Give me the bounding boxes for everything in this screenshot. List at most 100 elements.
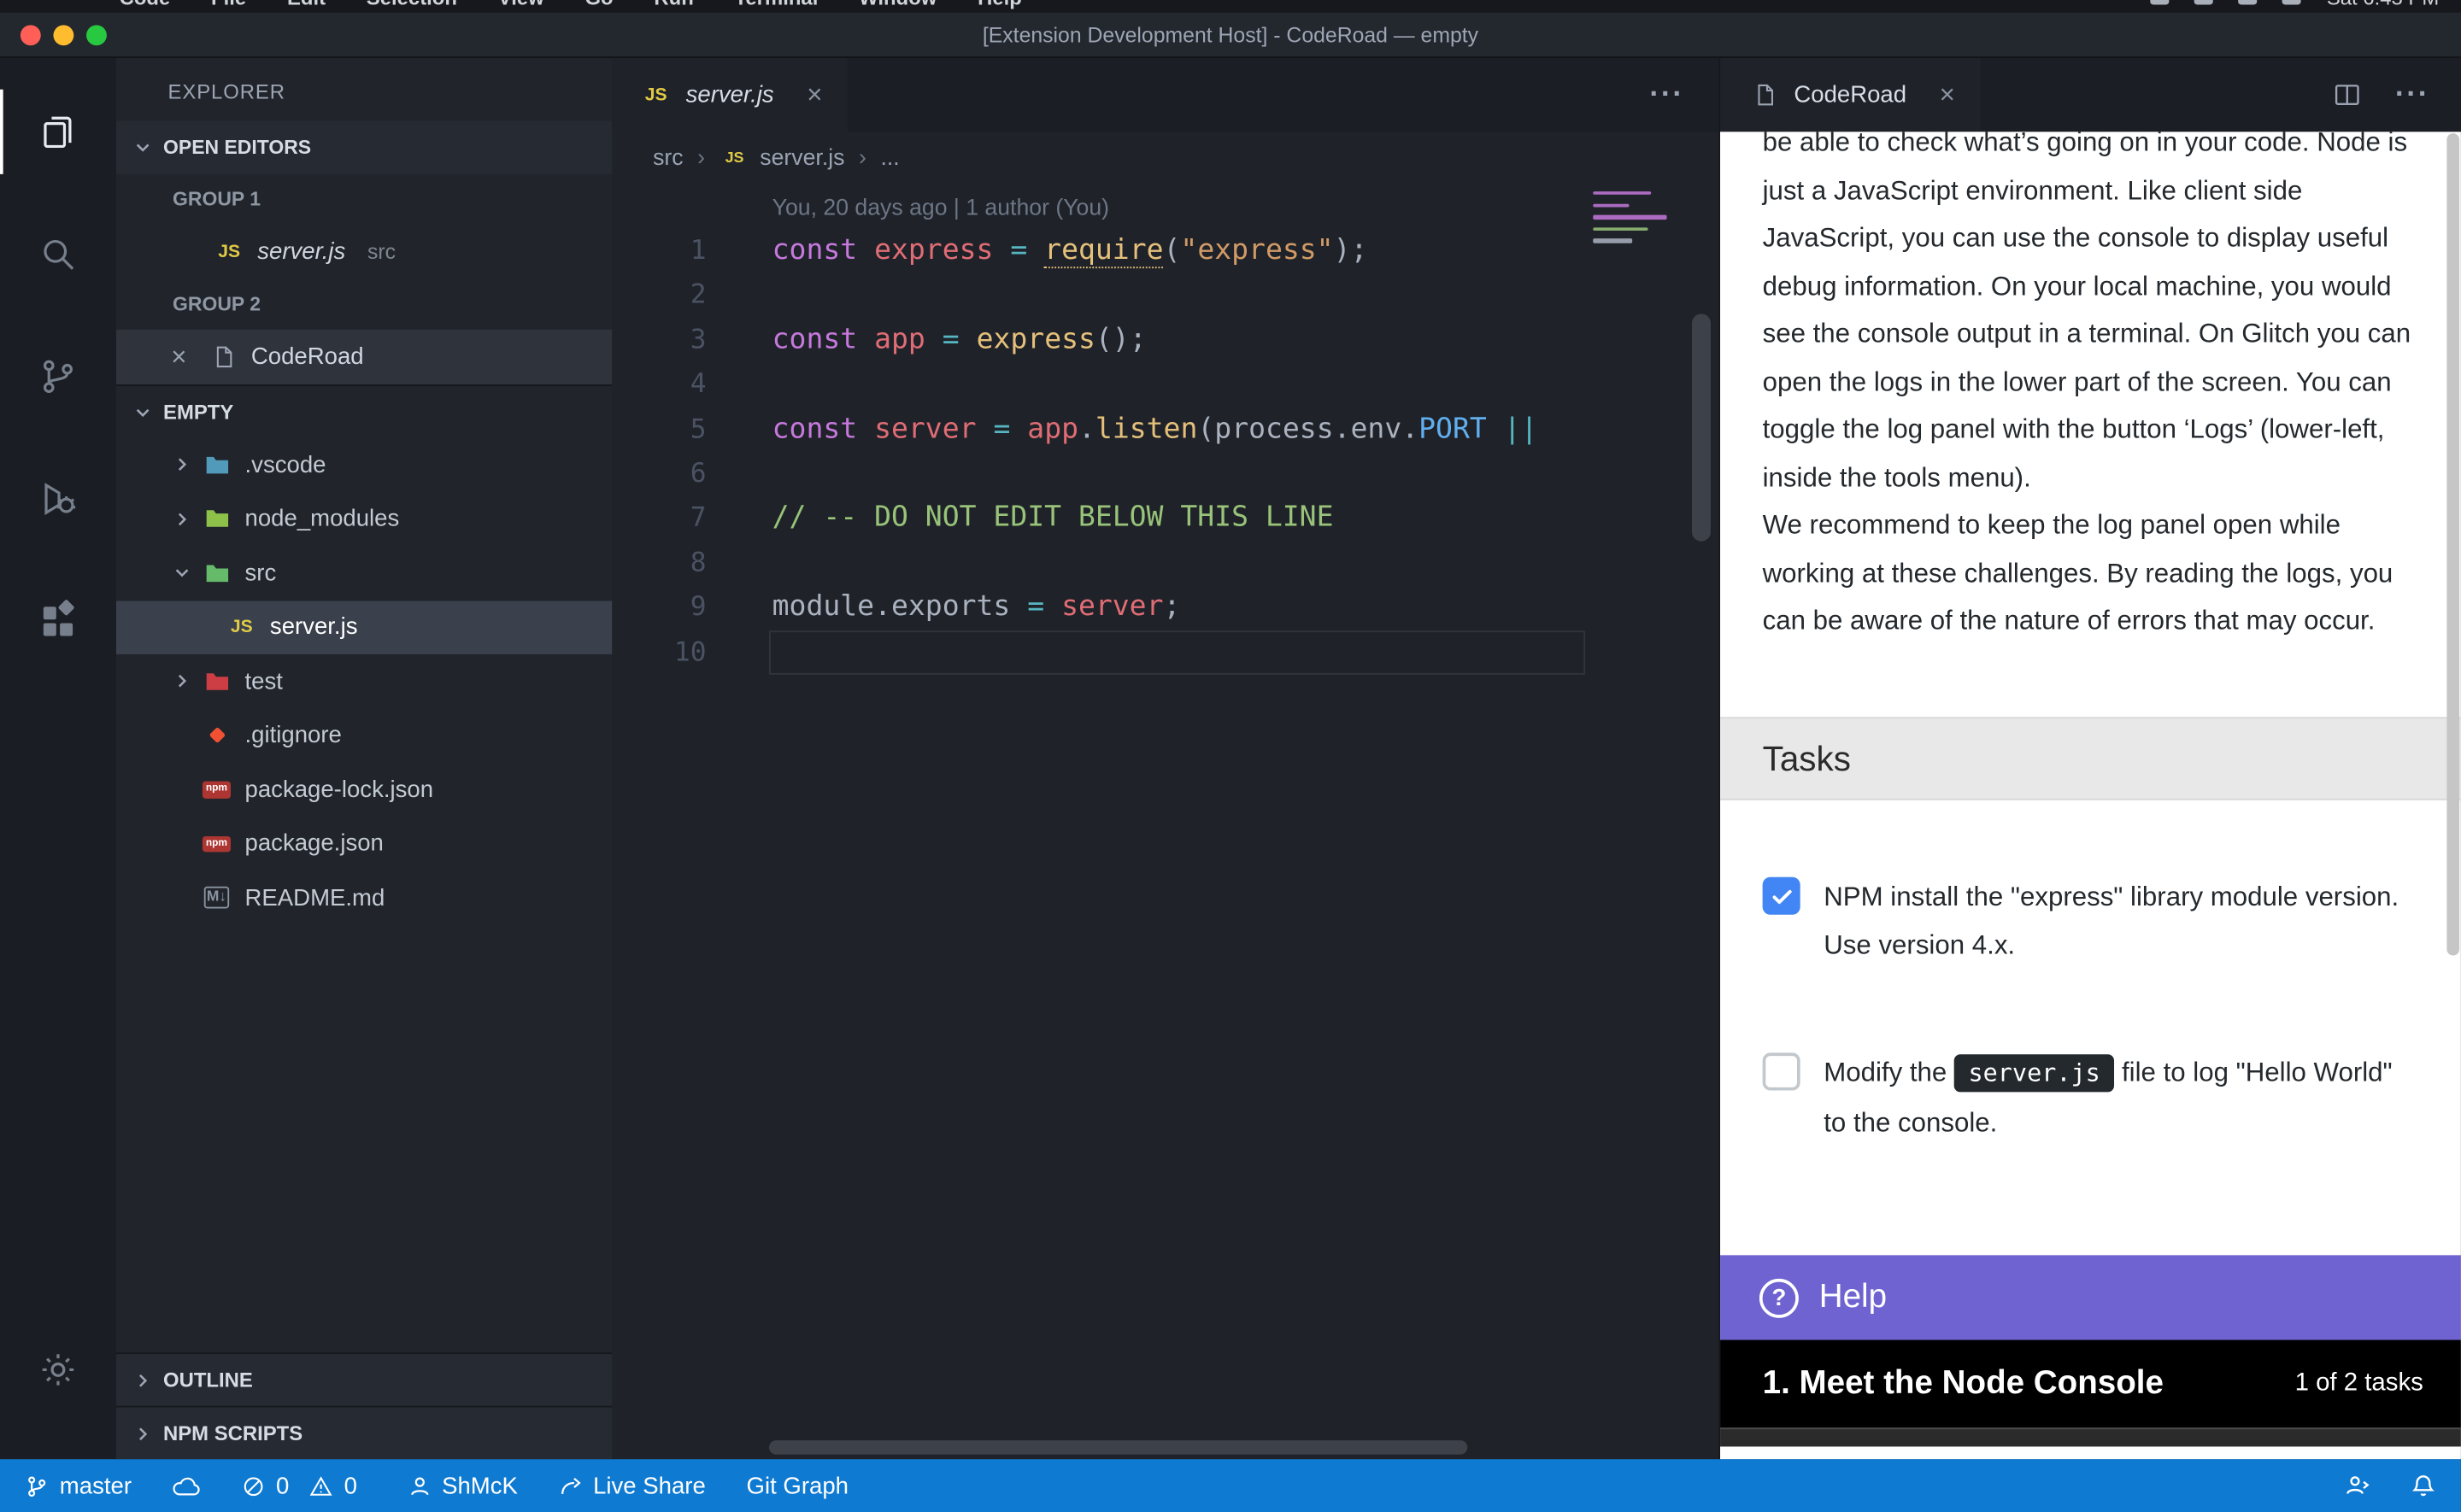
notifications-bell-icon[interactable] [2411, 1474, 2435, 1498]
editor-horizontal-scrollbar[interactable] [769, 1440, 1467, 1455]
webview-scrollbar[interactable] [2446, 133, 2459, 955]
tree-item--gitignore[interactable]: .gitignore [116, 708, 612, 762]
gitlens-blame-annotation: You, 20 days ago | 1 author (You) [612, 185, 1718, 229]
activity-source-control-icon[interactable] [0, 315, 116, 437]
tab-server-js[interactable]: JS server.js × [612, 58, 848, 132]
menubar-status-icon [2195, 0, 2214, 5]
lesson-paragraph: be able to check what’s going on in your… [1763, 132, 2414, 501]
checkbox-unchecked[interactable] [1763, 1052, 1800, 1090]
activity-search-icon[interactable] [0, 193, 116, 315]
code-editor[interactable]: You, 20 days ago | 1 author (You) 1const… [612, 185, 1718, 1459]
tree-item--vscode[interactable]: .vscode [116, 437, 612, 491]
tree-item-label: server.js [270, 614, 358, 641]
code-line-9[interactable]: 9module.exports = server; [612, 585, 1718, 630]
activity-explorer-icon[interactable] [0, 71, 116, 193]
code-line-6[interactable]: 6 [612, 452, 1718, 496]
more-actions-icon[interactable]: ··· [2395, 78, 2429, 112]
close-editor-icon[interactable]: × [163, 341, 195, 372]
sync-button[interactable] [173, 1475, 201, 1496]
account-indicator[interactable]: ShMcK [408, 1473, 518, 1499]
folder-node-icon [201, 505, 232, 533]
menu-item-run[interactable]: Run [654, 0, 693, 9]
lesson-footer[interactable]: 1. Meet the Node Console 1 of 2 tasks [1720, 1340, 2461, 1428]
minimize-window-button[interactable] [53, 25, 73, 45]
tree-item-server-js[interactable]: JSserver.js [116, 601, 612, 654]
problems-indicator[interactable]: 0 0 [242, 1473, 367, 1499]
minimap[interactable] [1593, 191, 1671, 250]
open-editor-server-js[interactable]: JSserver.jssrc [116, 225, 612, 279]
close-window-button[interactable] [21, 25, 41, 45]
code-line-4[interactable]: 4 [612, 363, 1718, 407]
editor-group-label: GROUP 2 [116, 279, 612, 330]
git-graph-button[interactable]: Git Graph [747, 1473, 849, 1499]
checkbox-checked[interactable] [1763, 877, 1800, 915]
activity-run-debug-icon[interactable] [0, 437, 116, 560]
open-editors-header[interactable]: OPEN EDITORS [116, 120, 612, 173]
line-number: 5 [612, 407, 772, 452]
breadcrumb-item[interactable]: src [653, 146, 684, 171]
menu-item-window[interactable]: Window [859, 0, 937, 9]
menu-item-view[interactable]: View [498, 0, 544, 9]
branch-indicator[interactable]: master [25, 1473, 132, 1499]
split-editor-icon[interactable] [2334, 82, 2360, 108]
live-share-contacts-icon[interactable] [2345, 1474, 2370, 1498]
line-number: 7 [612, 496, 772, 541]
activity-settings-icon[interactable] [0, 1309, 116, 1431]
tree-item-readme-md[interactable]: M↓README.md [116, 870, 612, 924]
zoom-window-button[interactable] [86, 25, 107, 45]
line-content: const server = app.listen(process.env.PO… [772, 407, 1538, 452]
menu-item-edit[interactable]: Edit [287, 0, 326, 9]
file-tree: .vscodenode_modulessrcJSserver.jstest.gi… [116, 437, 612, 924]
menu-item-go[interactable]: Go [584, 0, 613, 9]
tree-item-node-modules[interactable]: node_modules [116, 492, 612, 546]
live-share-button[interactable]: Live Share [559, 1473, 706, 1499]
code-line-10[interactable]: 10 [612, 630, 1718, 674]
sidebar-title: EXPLORER [116, 58, 612, 120]
section-header-npm-scripts[interactable]: NPM SCRIPTS [116, 1406, 612, 1459]
open-editor-coderoad[interactable]: ×CodeRoad [116, 330, 612, 384]
menu-item-file[interactable]: File [211, 0, 246, 9]
editor-vertical-scrollbar[interactable] [1692, 314, 1711, 541]
progress-label: 1 of 2 tasks [2295, 1369, 2423, 1398]
section-header-outline[interactable]: OUTLINE [116, 1352, 612, 1405]
js-icon: JS [214, 237, 245, 266]
task-text-part: NPM install the "express" library module… [1824, 882, 2399, 960]
code-line-3[interactable]: 3const app = express(); [612, 318, 1718, 362]
tree-item-src[interactable]: src [116, 546, 612, 600]
breadcrumb-label: ... [880, 146, 899, 171]
code-line-8[interactable]: 8 [612, 541, 1718, 585]
line-number: 9 [612, 585, 772, 630]
menu-item-terminal[interactable]: Terminal [735, 0, 819, 9]
next-section-strip [1720, 1427, 2461, 1446]
close-tab-icon[interactable]: × [1933, 79, 1961, 111]
line-content: const app = express(); [772, 318, 1147, 362]
breadcrumb-item[interactable]: ... [880, 146, 899, 171]
tab-coderoad[interactable]: CodeRoad × [1720, 58, 1980, 132]
tree-item-package-json[interactable]: npmpackage.json [116, 817, 612, 870]
titlebar: [Extension Development Host] - CodeRoad … [0, 13, 2461, 58]
webview-actions: ··· [2334, 58, 2461, 132]
tree-item-test[interactable]: test [116, 654, 612, 708]
live-share-icon [559, 1474, 583, 1498]
npm-icon: npm [201, 776, 232, 804]
more-actions-icon[interactable]: ··· [1649, 78, 1718, 112]
tree-item-package-lock-json[interactable]: npmpackage-lock.json [116, 763, 612, 817]
workspace-header[interactable]: EMPTY [116, 384, 612, 437]
close-tab-icon[interactable]: × [801, 79, 829, 111]
help-accordion[interactable]: ? Help [1720, 1255, 2461, 1339]
menu-item-code[interactable]: Code [120, 0, 171, 9]
activity-extensions-icon[interactable] [0, 560, 116, 683]
person-icon [408, 1474, 432, 1498]
git-icon [201, 721, 232, 749]
task-item-2: Modify the server.js file to log "Hello … [1763, 1048, 2414, 1147]
chevron-right-icon [163, 508, 201, 530]
code-line-7[interactable]: 7// -- DO NOT EDIT BELOW THIS LINE [612, 496, 1718, 541]
menu-item-help[interactable]: Help [978, 0, 1022, 9]
file-icon [207, 343, 238, 371]
lesson-paragraph: We recommend to keep the log panel open … [1763, 502, 2414, 646]
code-line-1[interactable]: 1const express = require("express"); [612, 229, 1718, 273]
breadcrumb-item[interactable]: JSserver.js [720, 144, 845, 173]
code-line-2[interactable]: 2 [612, 273, 1718, 318]
menu-item-selection[interactable]: Selection [367, 0, 457, 9]
code-line-5[interactable]: 5const server = app.listen(process.env.P… [612, 407, 1718, 452]
